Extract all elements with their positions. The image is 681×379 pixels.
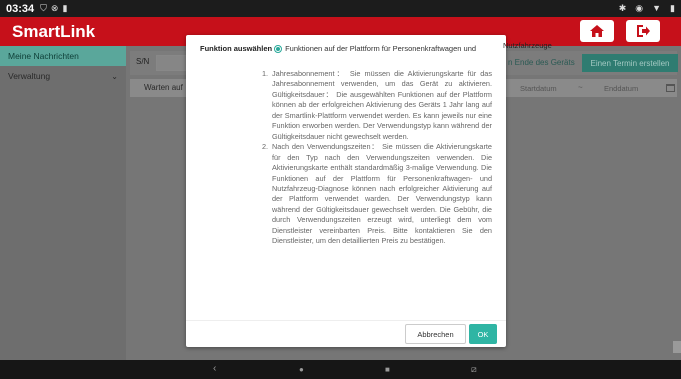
status-icons: ✱ ◉ ▼ ▮ xyxy=(619,3,675,14)
sidebar: Meine Nachrichten Verwaltung ⌄ xyxy=(0,46,126,360)
function-select-row: Funktion auswählen Funktionen auf der Pl… xyxy=(200,44,476,53)
clock: 03:34 xyxy=(6,2,35,15)
calendar-icon[interactable] xyxy=(666,84,675,92)
list-text: Jahresabonnement： Sie müssen die Aktivie… xyxy=(272,69,492,141)
home-icon xyxy=(590,25,604,37)
function-label: Funktion auswählen xyxy=(200,44,273,53)
sidebar-item-label: Verwaltung xyxy=(8,71,51,81)
list-number: 1. xyxy=(262,69,269,78)
range-separator: ~ xyxy=(578,83,583,92)
end-date-input[interactable]: Enddatum xyxy=(604,84,638,93)
start-date-input[interactable]: Startdatum xyxy=(520,84,557,93)
list-item: 2. Nach den Verwendungszeiten： Sie müsse… xyxy=(262,142,492,247)
activation-dialog: Funktion auswählen Funktionen auf der Pl… xyxy=(186,35,552,347)
screenshot-icon[interactable]: ⧄ xyxy=(471,364,477,375)
logout-button[interactable] xyxy=(626,20,660,42)
wifi-icon: ▼ xyxy=(652,3,662,13)
function-option-label[interactable]: Funktionen auf der Plattform für Persone… xyxy=(285,44,476,53)
home-button[interactable] xyxy=(580,20,614,42)
logout-icon xyxy=(637,25,650,37)
status-bar: 03:34 ⛉ ⊗ ▮ ✱ ◉ ▼ ▮ xyxy=(0,0,681,17)
cancel-circle-icon: ⊗ xyxy=(50,3,59,13)
chevron-down-icon: ⌄ xyxy=(111,71,118,81)
app-title: SmartLink xyxy=(12,21,96,41)
list-number: 2. xyxy=(262,142,269,152)
ok-button[interactable]: OK xyxy=(469,324,497,344)
sidebar-item-nachrichten[interactable]: Meine Nachrichten xyxy=(0,46,126,66)
shield-icon: ⛉ xyxy=(40,3,47,13)
back-icon[interactable]: ‹ xyxy=(213,363,216,374)
dialog-footer: Abbrechen OK xyxy=(186,320,506,347)
location-icon: ◉ xyxy=(635,3,644,13)
android-nav-bar: ‹ ● ■ ⧄ xyxy=(0,360,681,379)
ende-label: n Ende des Geräts xyxy=(508,58,575,67)
sidebar-item-label: Meine Nachrichten xyxy=(8,51,79,61)
sn-label: S/N xyxy=(136,57,150,66)
scroll-handle[interactable] xyxy=(673,341,681,353)
cancel-button[interactable]: Abbrechen xyxy=(405,324,466,344)
recents-icon[interactable]: ■ xyxy=(385,365,390,374)
home-circle-icon[interactable]: ● xyxy=(299,365,304,374)
function-option-cont: Nutzfahrzeuge xyxy=(503,41,552,50)
sim-icon: ▮ xyxy=(62,3,68,13)
sidebar-item-verwaltung[interactable]: Verwaltung ⌄ xyxy=(0,66,126,86)
battery-icon: ▮ xyxy=(670,3,675,13)
list-item: 1. Jahresabonnement： Sie müssen die Akti… xyxy=(262,69,492,142)
bluetooth-icon: ✱ xyxy=(618,3,627,13)
description-list: 1. Jahresabonnement： Sie müssen die Akti… xyxy=(262,69,492,247)
list-text: Nach den Verwendungszeiten： Sie müssen d… xyxy=(272,142,492,246)
status-dropdown[interactable]: Warten auf xyxy=(144,83,183,92)
create-appointment-button[interactable]: Einen Termin erstellen xyxy=(582,54,678,72)
function-radio[interactable] xyxy=(274,44,283,53)
